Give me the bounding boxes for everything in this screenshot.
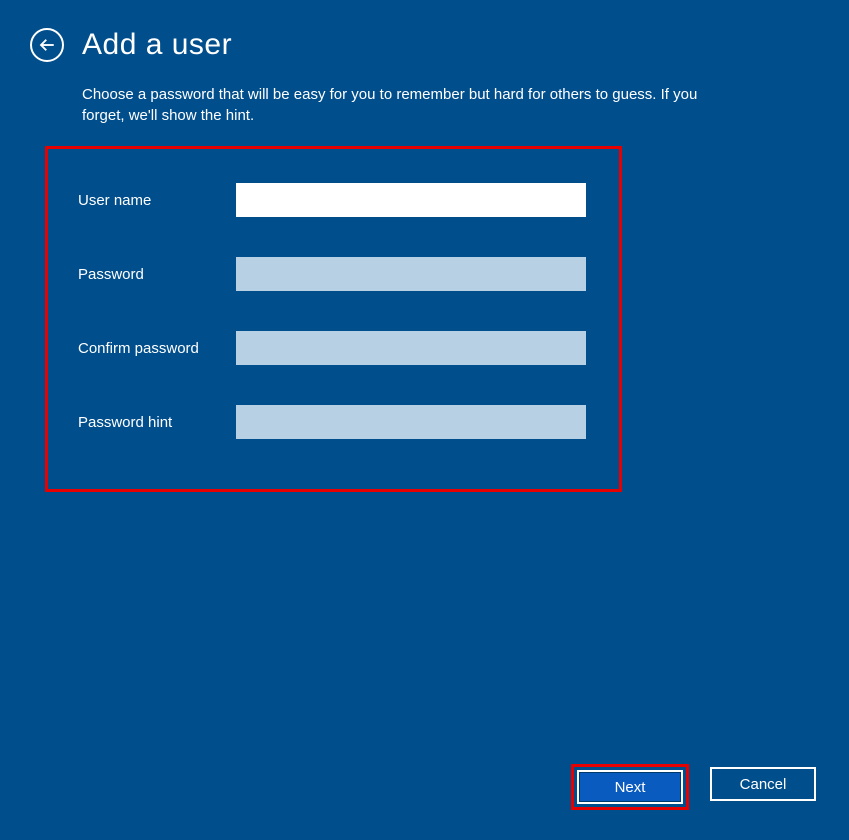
cancel-button[interactable]: Cancel bbox=[710, 767, 816, 801]
confirm-password-label: Confirm password bbox=[78, 340, 236, 357]
page-title: Add a user bbox=[82, 28, 232, 62]
password-label: Password bbox=[78, 266, 236, 283]
back-button[interactable] bbox=[30, 28, 64, 62]
password-hint-label: Password hint bbox=[78, 414, 236, 431]
username-input[interactable] bbox=[236, 183, 586, 217]
next-button[interactable]: Next bbox=[577, 770, 683, 804]
username-label: User name bbox=[78, 192, 236, 209]
password-hint-input[interactable] bbox=[236, 405, 586, 439]
confirm-password-input[interactable] bbox=[236, 331, 586, 365]
arrow-left-icon bbox=[38, 36, 56, 54]
password-input[interactable] bbox=[236, 257, 586, 291]
add-user-form: User name Password Confirm password Pass… bbox=[45, 146, 622, 492]
page-subtitle: Choose a password that will be easy for … bbox=[0, 72, 800, 126]
